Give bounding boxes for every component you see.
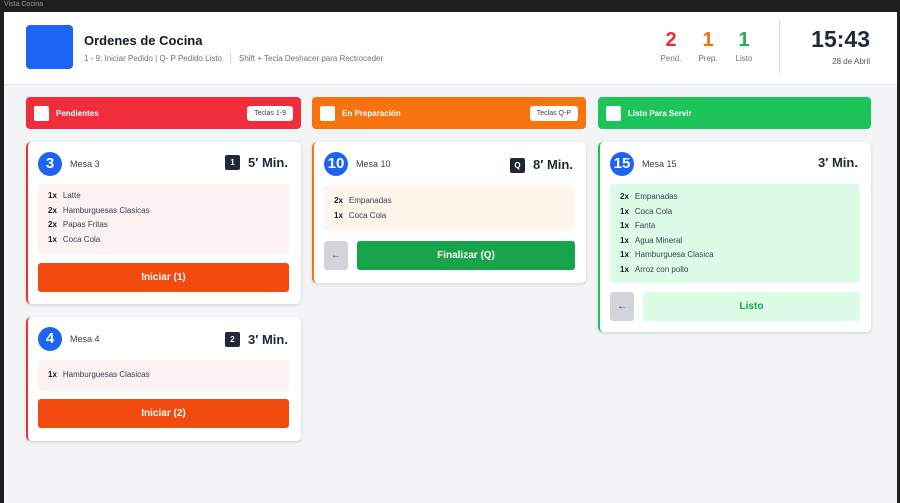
order-number: 4 (38, 327, 62, 351)
arrow-left-icon: ← (617, 301, 627, 312)
order-number: 15 (610, 152, 634, 176)
order-items: 1x Hamburguesas Clasicas (38, 360, 289, 391)
order-number: 3 (38, 152, 62, 176)
order-items: 1x Latte 2x Hamburguesas Clasicas 2x Papas … (38, 184, 289, 254)
column-title-preparing: En Preparación (342, 108, 401, 118)
list-item: 1x Coca Cola (334, 210, 387, 220)
order-items: 2x Empanadas 1x Coca Cola 1x Fanta 1x Agua M… (610, 184, 860, 283)
ready-button[interactable]: Listo (643, 292, 860, 321)
column-header-pending: Pendientes Teclas 1-9 (26, 97, 301, 129)
window-title: Vista Cocina (0, 0, 900, 12)
stat-ready-count: 1 (738, 29, 750, 51)
clock-date: 28 de Abril (832, 57, 870, 66)
column-header-ready: Listo Para Servir (598, 97, 871, 129)
hint-divider (230, 53, 232, 63)
order-key-badge: Q (510, 158, 525, 173)
stat-pending-label: Pend. (660, 54, 682, 63)
order-number: 10 (324, 152, 348, 176)
column-title-pending: Pendientes (56, 108, 99, 118)
order-card-10: 10 Mesa 10 Q 8′ Min. 2x Empanadas 1x Coca … (312, 142, 586, 283)
header: Ordenes de Cocina 1 - 9: Iniciar Pedido … (4, 12, 897, 85)
order-items: 2x Empanadas 1x Coca Cola (324, 186, 575, 230)
order-time: 5′ Min. (248, 155, 288, 170)
hint-undo: Shift + Tecla Deshacer para Rectroceder (239, 54, 384, 63)
page-title: Ordenes de Cocina (84, 33, 203, 48)
stat-ready-label: Listo (735, 54, 753, 63)
order-table: Mesa 4 (70, 334, 100, 344)
order-card-15: 15 Mesa 15 3′ Min. 2x Empanadas 1x Coca Co… (598, 142, 871, 332)
order-time: 3′ Min. (818, 155, 858, 170)
order-card-3: 3 Mesa 3 1 5′ Min. 1x Latte 2x Hamburguesa… (26, 142, 301, 304)
list-item: 1x Coca Cola (620, 206, 673, 216)
finish-order-button[interactable]: Finalizar (Q) (357, 241, 575, 270)
order-time: 3′ Min. (248, 332, 288, 347)
column-header-preparing: En Preparación Teclas Q-P (312, 97, 586, 129)
list-item: 1x Hamburguesa Clasica (620, 250, 714, 259)
list-item: 1x Arroz con pollo (620, 264, 689, 274)
back-button[interactable]: ← (324, 241, 348, 270)
stat-pending-count: 2 (665, 29, 677, 51)
shortcut-hints: 1 - 9: Iniciar Pedido | Q- P Pedido List… (84, 53, 383, 63)
list-item: 2x Empanadas (334, 196, 392, 205)
stat-pending: 2 Pend. (651, 28, 691, 63)
order-table: Mesa 10 (356, 159, 391, 169)
list-item: 2x Hamburguesas Clasicas (48, 205, 150, 215)
list-item: 1x Coca Cola (48, 234, 101, 244)
order-key-badge: 1 (225, 155, 240, 170)
hint-keys: 1 - 9: Iniciar Pedido | Q- P Pedido List… (84, 54, 223, 63)
order-key-badge: 2 (225, 332, 240, 347)
list-item: 1x Agua Mineral (620, 235, 683, 245)
order-table: Mesa 3 (70, 159, 100, 169)
column-keys-preparing: Teclas Q-P (529, 105, 578, 121)
list-item: 2x Empanadas (620, 192, 678, 201)
list-item: 1x Latte (48, 191, 81, 200)
column-checkbox-preparing[interactable] (320, 105, 335, 121)
app-logo (26, 25, 73, 69)
order-card-4: 4 Mesa 4 2 3′ Min. 1x Hamburguesas Clasic… (26, 317, 301, 441)
column-title-ready: Listo Para Servir (628, 108, 692, 118)
column-keys-pending: Teclas 1-9 (247, 105, 293, 121)
back-button[interactable]: ← (610, 292, 634, 321)
header-divider (779, 20, 780, 73)
arrow-left-icon: ← (331, 250, 341, 261)
stat-preparing: 1 Prep. (688, 28, 728, 63)
list-item: 2x Papas Fritas (48, 220, 108, 229)
order-table: Mesa 15 (642, 159, 677, 169)
start-order-button[interactable]: Iniciar (2) (38, 399, 289, 428)
list-item: 1x Fanta (620, 221, 656, 230)
stat-preparing-label: Prep. (698, 54, 718, 63)
column-checkbox-pending[interactable] (34, 105, 49, 121)
stat-preparing-count: 1 (702, 29, 714, 51)
column-checkbox-ready[interactable] (606, 105, 621, 121)
start-order-button[interactable]: Iniciar (1) (38, 263, 289, 292)
list-item: 1x Hamburguesas Clasicas (48, 370, 150, 379)
clock-time: 15:43 (811, 26, 870, 52)
stat-ready: 1 Listo (724, 28, 764, 63)
order-time: 8′ Min. (533, 157, 573, 172)
kitchen-app: Ordenes de Cocina 1 - 9: Iniciar Pedido … (4, 12, 897, 503)
clock: 15:43 28 de Abril (811, 25, 870, 66)
